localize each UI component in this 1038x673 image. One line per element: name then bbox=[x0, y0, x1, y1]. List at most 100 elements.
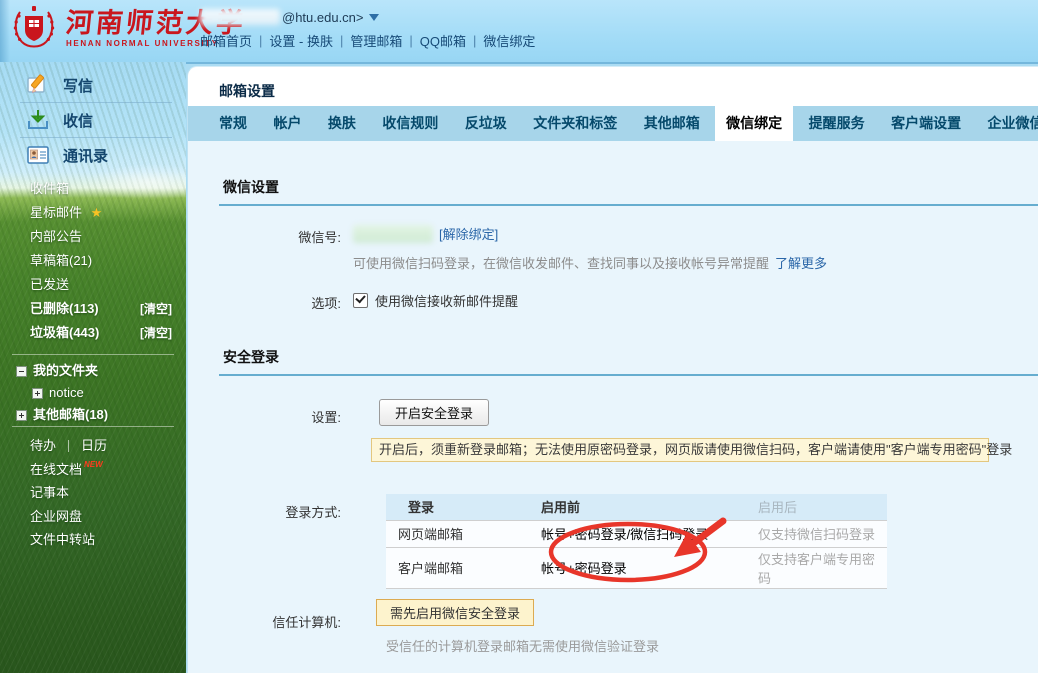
sidebar-item-online-docs[interactable]: 在线文档 NEW bbox=[0, 458, 186, 482]
contacts-icon bbox=[26, 143, 50, 167]
section-heading: 安全登录 bbox=[219, 347, 1038, 367]
tab-antispam[interactable]: 反垃圾 bbox=[454, 106, 518, 141]
tree-label: 我的文件夹 bbox=[33, 360, 98, 382]
nav-settings-skin[interactable]: 设置 - 换肤 bbox=[269, 31, 333, 50]
tab-wechat-bind[interactable]: 微信绑定 bbox=[715, 106, 793, 141]
tab-skin[interactable]: 换肤 bbox=[317, 106, 367, 141]
sidebar-folder-spam[interactable]: 垃圾箱(443) [清空] bbox=[0, 321, 186, 345]
empty-folder-link[interactable]: [清空] bbox=[140, 321, 172, 345]
collapse-icon[interactable] bbox=[16, 366, 27, 377]
sidebar-item-notebook[interactable]: 记事本 bbox=[0, 481, 186, 505]
page-title: 邮箱设置 bbox=[219, 81, 275, 101]
compose-icon bbox=[26, 73, 50, 97]
table-row: 客户端邮箱 帐号+密码登录 仅支持客户端专用密码 bbox=[386, 547, 887, 588]
sidebar-folder-starred[interactable]: 星标邮件 ★ bbox=[0, 201, 186, 225]
sidebar-folder-announcements[interactable]: 内部公告 bbox=[0, 225, 186, 249]
top-nav: 邮箱首页 | 设置 - 换肤 | 管理邮箱 | QQ邮箱 | 微信绑定 bbox=[200, 31, 535, 50]
divider bbox=[12, 426, 174, 427]
sidebar-folder-drafts[interactable]: 草稿箱(21) bbox=[0, 249, 186, 273]
cell: 帐号+密码登录/微信扫码登录 bbox=[537, 520, 754, 547]
divider bbox=[20, 137, 172, 138]
tool-label: 企业网盘 bbox=[30, 505, 82, 529]
compose-label: 写信 bbox=[63, 75, 93, 96]
table-header-row: 登录 启用前 启用后 bbox=[386, 494, 887, 520]
enable-secure-login-button[interactable]: 开启安全登录 bbox=[379, 399, 489, 426]
tree-label: notice bbox=[49, 382, 84, 404]
sidebar-folder-notice[interactable]: notice bbox=[0, 382, 186, 404]
options-label: 选项: bbox=[188, 293, 341, 312]
trusted-computer-button[interactable]: 需先启用微信安全登录 bbox=[376, 599, 534, 626]
wechat-new-mail-checkbox[interactable] bbox=[353, 293, 368, 308]
wechat-settings-section-header: 微信设置 bbox=[219, 177, 1038, 206]
account-area: @htu.edu.cn> 邮箱首页 | 设置 - 换肤 | 管理邮箱 | QQ邮… bbox=[200, 7, 535, 50]
tab-mail-rules[interactable]: 收信规则 bbox=[371, 106, 449, 141]
header: 河南师范大学 HENAN NORMAL UNIVERSITY @htu.edu.… bbox=[0, 0, 1038, 64]
folder-label: 草稿箱(21) bbox=[30, 253, 92, 268]
cell: 仅支持微信扫码登录 bbox=[754, 520, 887, 547]
tab-other-mailboxes[interactable]: 其他邮箱 bbox=[633, 106, 711, 141]
folder-label: 内部公告 bbox=[30, 229, 82, 244]
tab-general[interactable]: 常规 bbox=[208, 106, 258, 141]
nav-separator: | bbox=[409, 33, 412, 48]
nav-qq-mail[interactable]: QQ邮箱 bbox=[420, 31, 466, 50]
settings-panel: 邮箱设置 常规 帐户 换肤 收信规则 反垃圾 文件夹和标签 其他邮箱 微信绑定 … bbox=[187, 66, 1038, 673]
receive-icon bbox=[26, 108, 50, 132]
account-email[interactable]: @htu.edu.cn> bbox=[200, 7, 535, 27]
compose-button[interactable]: 写信 bbox=[0, 70, 186, 100]
account-dropdown-caret-icon[interactable] bbox=[369, 14, 379, 21]
divider bbox=[20, 102, 172, 103]
tree-label: 其他邮箱(18) bbox=[33, 404, 108, 426]
folder-list: 收件箱 星标邮件 ★ 内部公告 草稿箱(21) 已发送 已删除(113) [清空… bbox=[0, 177, 186, 345]
sidebar: 写信 收信 通讯录 bbox=[0, 62, 186, 673]
settings-tabbar: 常规 帐户 换肤 收信规则 反垃圾 文件夹和标签 其他邮箱 微信绑定 提醒服务 … bbox=[188, 106, 1038, 141]
section-heading: 微信设置 bbox=[219, 177, 1038, 197]
sidebar-tools: 待办 日历 在线文档 NEW 记事本 企业网盘 文件中转站 bbox=[0, 434, 186, 552]
sidebar-folder-deleted[interactable]: 已删除(113) [清空] bbox=[0, 297, 186, 321]
sidebar-item-enterprise-disk[interactable]: 企业网盘 bbox=[0, 505, 186, 529]
contacts-label: 通讯录 bbox=[63, 145, 108, 166]
wechat-new-mail-option-label: 使用微信接收新邮件提醒 bbox=[375, 291, 518, 310]
table-row: 网页端邮箱 帐号+密码登录/微信扫码登录 仅支持微信扫码登录 bbox=[386, 520, 887, 547]
folder-label: 已发送 bbox=[30, 277, 69, 292]
cell: 客户端邮箱 bbox=[386, 547, 537, 588]
receive-label: 收信 bbox=[63, 110, 93, 131]
cell: 帐号+密码登录 bbox=[537, 547, 754, 588]
receive-button[interactable]: 收信 bbox=[0, 105, 186, 135]
nav-mail-home[interactable]: 邮箱首页 bbox=[200, 31, 252, 50]
folder-label: 已删除(113) bbox=[30, 301, 99, 316]
learn-more-link[interactable]: 了解更多 bbox=[775, 253, 827, 272]
sidebar-item-file-transfer[interactable]: 文件中转站 bbox=[0, 528, 186, 552]
sidebar-folder-sent[interactable]: 已发送 bbox=[0, 273, 186, 297]
secure-login-notice: 开启后，须重新登录邮箱；无法使用原密码登录，网页版请使用微信扫码，客户端请使用"… bbox=[371, 438, 989, 462]
empty-folder-link[interactable]: [清空] bbox=[140, 297, 172, 321]
unbind-link[interactable]: [解除绑定] bbox=[439, 224, 498, 243]
setting-label: 设置: bbox=[188, 407, 341, 426]
tool-label: 记事本 bbox=[30, 481, 69, 505]
tool-label: 在线文档 bbox=[30, 458, 82, 482]
redacted-wechat-id bbox=[353, 225, 433, 243]
trusted-computer-label: 信任计算机: bbox=[188, 612, 341, 631]
sidebar-item-todo[interactable]: 待办 bbox=[30, 434, 56, 458]
expand-icon[interactable] bbox=[16, 410, 27, 421]
nav-separator: | bbox=[259, 33, 262, 48]
tab-reminder-service[interactable]: 提醒服务 bbox=[798, 106, 876, 141]
secure-login-section-header: 安全登录 bbox=[219, 347, 1038, 376]
contacts-button[interactable]: 通讯录 bbox=[0, 140, 186, 170]
cell: 仅支持客户端专用密码 bbox=[754, 547, 887, 588]
sidebar-other-mailboxes[interactable]: 其他邮箱(18) bbox=[0, 404, 186, 426]
tab-enterprise-wechat[interactable]: 企业微信 bbox=[977, 106, 1038, 141]
folder-label: 星标邮件 bbox=[30, 205, 82, 220]
account-email-suffix: @htu.edu.cn> bbox=[282, 10, 364, 25]
settings-content: 微信设置 微信号: [解除绑定] 可使用微信扫码登录，在微信收发邮件、查找同事以… bbox=[188, 141, 1038, 673]
nav-wechat-bind[interactable]: 微信绑定 bbox=[483, 31, 535, 50]
tab-client-settings[interactable]: 客户端设置 bbox=[880, 106, 972, 141]
tab-account[interactable]: 帐户 bbox=[262, 106, 312, 141]
col-before-enable: 启用前 bbox=[537, 494, 754, 520]
sidebar-my-folders[interactable]: 我的文件夹 bbox=[0, 360, 186, 382]
star-icon: ★ bbox=[91, 205, 103, 220]
sidebar-folder-inbox[interactable]: 收件箱 bbox=[0, 177, 186, 201]
expand-icon[interactable] bbox=[32, 388, 43, 399]
tab-folders-labels[interactable]: 文件夹和标签 bbox=[522, 106, 628, 141]
new-badge: NEW bbox=[84, 453, 103, 477]
nav-manage-mail[interactable]: 管理邮箱 bbox=[350, 31, 402, 50]
